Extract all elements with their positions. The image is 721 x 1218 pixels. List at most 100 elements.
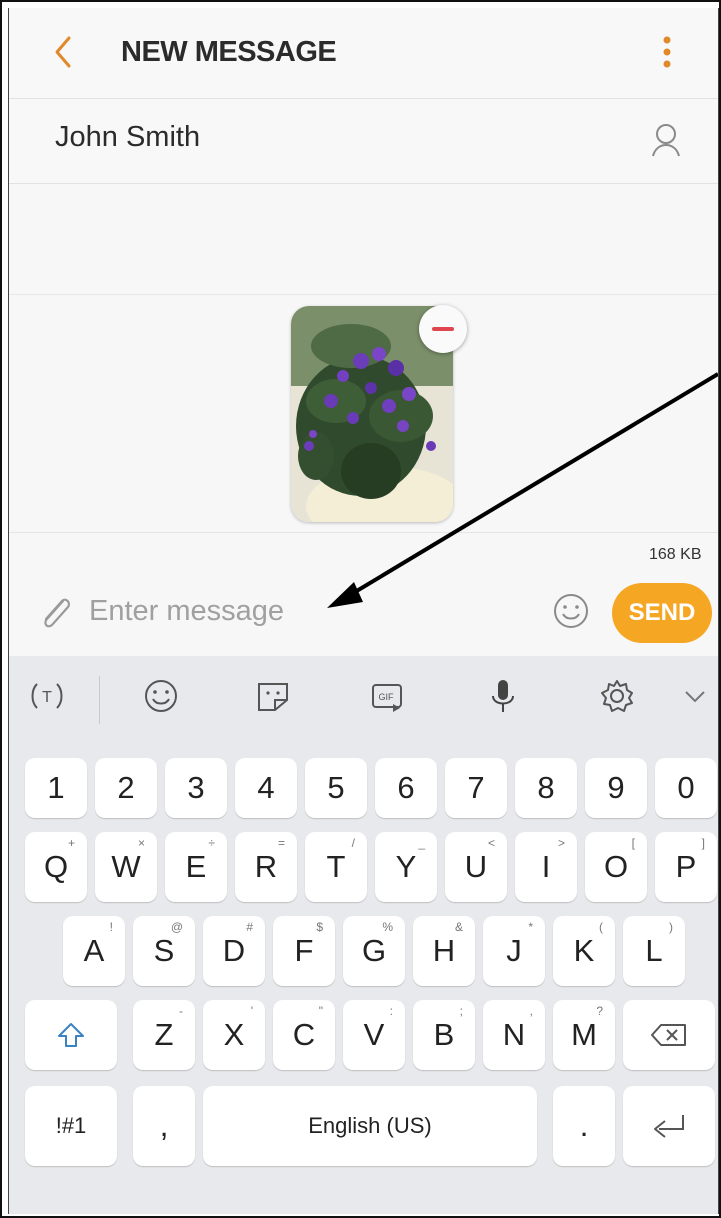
key-i-label: I [541, 849, 551, 884]
key-r-hint: = [277, 836, 285, 850]
key-5[interactable]: 5 [305, 758, 367, 818]
key-v-hint: : [389, 1004, 393, 1018]
key-n[interactable]: N, [483, 1000, 545, 1070]
key-6[interactable]: 6 [375, 758, 437, 818]
key-p-hint: ] [701, 836, 705, 850]
key-f-hint: $ [316, 920, 323, 934]
key-8[interactable]: 8 [515, 758, 577, 818]
key-v[interactable]: V: [343, 1000, 405, 1070]
key-s[interactable]: S @ [133, 916, 195, 986]
send-button[interactable]: SEND [612, 583, 712, 643]
svg-text:T: T [42, 689, 52, 706]
contact-icon[interactable] [649, 121, 683, 159]
key-y[interactable]: Y _ [375, 832, 437, 902]
key-4-label: 4 [257, 770, 275, 805]
key-d[interactable]: D # [203, 916, 265, 986]
enter-key[interactable] [623, 1086, 715, 1166]
svg-text:GIF: GIF [379, 692, 395, 702]
enter-icon [654, 1115, 684, 1138]
key-q-hint: + [67, 836, 75, 850]
key-e[interactable]: E ÷ [165, 832, 227, 902]
microphone-icon[interactable] [479, 672, 527, 720]
settings-icon[interactable] [593, 672, 641, 720]
key-w-label: W [111, 849, 141, 884]
key-r[interactable]: R = [235, 832, 297, 902]
key-a-hint: ! [109, 920, 113, 934]
key-2-label: 2 [117, 770, 135, 805]
period-key[interactable]: . [553, 1086, 615, 1166]
symbols-key[interactable]: !#1 [25, 1086, 117, 1166]
key-m[interactable]: M? [553, 1000, 615, 1070]
key-k-hint: ( [599, 920, 603, 934]
backspace-key[interactable] [623, 1000, 715, 1070]
key-b-hint: ; [459, 1004, 463, 1018]
key-1[interactable]: 1 [25, 758, 87, 818]
key-y-label: Y [395, 849, 417, 884]
text-translate-icon[interactable]: T [23, 672, 71, 720]
key-3[interactable]: 3 [165, 758, 227, 818]
key-i[interactable]: I > [515, 832, 577, 902]
comma-key[interactable]: , [133, 1086, 195, 1166]
key-5-label: 5 [327, 770, 345, 805]
gif-icon[interactable]: GIF [363, 672, 411, 720]
key-z-hint: - [179, 1004, 183, 1018]
period-key-label: . [579, 1108, 589, 1143]
paperclip-icon[interactable] [35, 591, 75, 635]
key-g-hint: % [382, 920, 393, 934]
message-composer: SEND [9, 573, 718, 655]
key-b[interactable]: B; [413, 1000, 475, 1070]
key-4[interactable]: 4 [235, 758, 297, 818]
shift-icon [58, 1023, 84, 1047]
more-vertical-icon[interactable] [657, 30, 677, 74]
app-bar: NEW MESSAGE [9, 8, 718, 99]
key-a[interactable]: A! [63, 916, 125, 986]
key-7[interactable]: 7 [445, 758, 507, 818]
key-f[interactable]: F $ [273, 916, 335, 986]
keyboard-toolbar: T GIF [9, 656, 718, 742]
key-g[interactable]: G% [343, 916, 405, 986]
recipient-field[interactable]: John Smith [9, 99, 718, 184]
key-k-label: K [573, 933, 595, 968]
key-l-label: L [645, 933, 663, 968]
collapse-icon[interactable] [671, 672, 718, 720]
remove-icon[interactable] [419, 305, 467, 353]
key-o[interactable]: O[ [585, 832, 647, 902]
key-m-label: M [571, 1017, 597, 1052]
emoji-icon[interactable] [551, 591, 591, 631]
key-u-hint: < [487, 836, 495, 850]
message-input[interactable] [89, 587, 529, 635]
key-c[interactable]: C " [273, 1000, 335, 1070]
key-t-hint: / [351, 836, 355, 850]
key-o-label: O [603, 849, 629, 884]
key-z[interactable]: Z- [133, 1000, 195, 1070]
emoji-icon[interactable] [137, 672, 185, 720]
chevron-left-icon[interactable] [49, 30, 79, 74]
key-f-label: F [294, 933, 314, 968]
key-h-label: H [432, 933, 456, 968]
key-t[interactable]: T / [305, 832, 367, 902]
space-key[interactable]: English (US) [203, 1086, 537, 1166]
key-v-label: V [363, 1017, 385, 1052]
key-w[interactable]: W × [95, 832, 157, 902]
key-p[interactable]: P] [655, 832, 717, 902]
key-3-label: 3 [187, 770, 205, 805]
attachment-area [9, 295, 718, 533]
key-h[interactable]: H & [413, 916, 475, 986]
key-9[interactable]: 9 [585, 758, 647, 818]
sticker-icon[interactable] [249, 672, 297, 720]
key-q[interactable]: Q + [25, 832, 87, 902]
key-x[interactable]: X ' [203, 1000, 265, 1070]
key-k[interactable]: K( [553, 916, 615, 986]
key-j[interactable]: J * [483, 916, 545, 986]
key-u[interactable]: U < [445, 832, 507, 902]
shift-key[interactable] [25, 1000, 117, 1070]
key-a-label: A [83, 933, 105, 968]
phone-screen: NEW MESSAGE John Smith 168 KB Enter mess… [8, 8, 719, 1214]
key-0[interactable]: 0 [655, 758, 717, 818]
key-l[interactable]: L) [623, 916, 685, 986]
key-2[interactable]: 2 [95, 758, 157, 818]
key-t-label: T [326, 849, 346, 884]
key-d-label: D [222, 933, 246, 968]
key-d-hint: # [246, 920, 253, 934]
key-c-label: C [292, 1017, 316, 1052]
